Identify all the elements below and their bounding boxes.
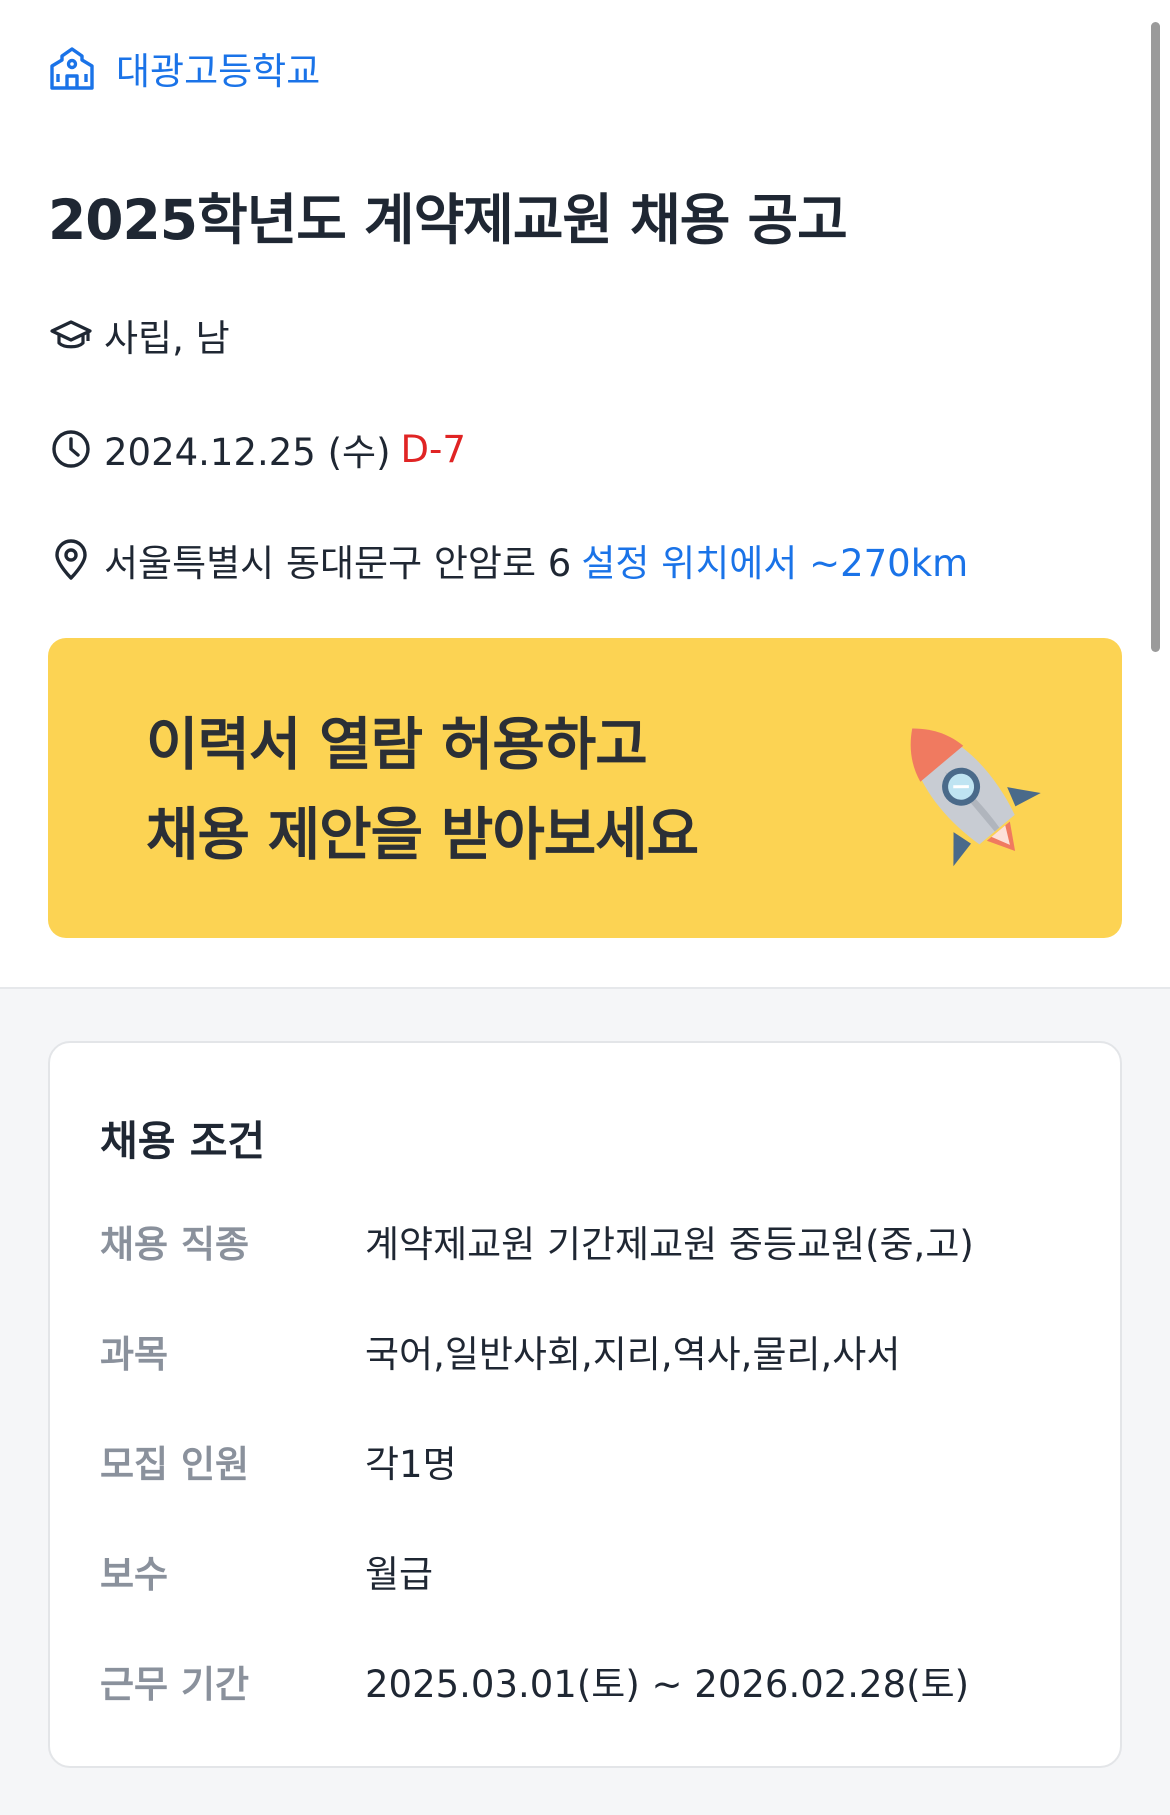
school-building-icon bbox=[50, 47, 94, 90]
deadline-date: 2024.12.25 (수) bbox=[104, 431, 391, 474]
banner-line-1: 이력서 열람 허용하고 bbox=[146, 712, 648, 778]
page-title: 2025학년도 계약제교원 채용 공고 bbox=[48, 188, 848, 252]
conditions-title: 채용 조건 bbox=[100, 1117, 266, 1165]
condition-value: 계약제교원 기간제교원 중등교원(중,고) bbox=[365, 1223, 974, 1266]
conditions-card: 채용 조건 채용 직종 계약제교원 기간제교원 중등교원(중,고) 과목 국어,… bbox=[48, 1041, 1122, 1768]
condition-value: 월급 bbox=[365, 1553, 434, 1596]
dday-badge: D-7 bbox=[400, 427, 466, 471]
condition-label: 모집 인원 bbox=[100, 1443, 250, 1486]
graduation-cap-icon bbox=[50, 320, 92, 349]
banner-text: 이력서 열람 허용하고 채용 제안을 받아보세요 bbox=[146, 700, 699, 880]
deadline-row: 2024.12.25 (수) D-7 bbox=[50, 422, 466, 476]
condition-label: 근무 기간 bbox=[100, 1663, 250, 1706]
posting-header-section: 대광고등학교 2025학년도 계약제교원 채용 공고 사립, 남 2024.12… bbox=[0, 0, 1170, 988]
scrollbar[interactable] bbox=[1151, 22, 1160, 652]
map-pin-icon bbox=[55, 539, 87, 580]
condition-value: 국어,일반사회,지리,역사,물리,사서 bbox=[365, 1333, 901, 1376]
condition-label: 채용 직종 bbox=[100, 1223, 250, 1266]
condition-label: 과목 bbox=[100, 1333, 169, 1376]
school-type-row: 사립, 남 bbox=[50, 308, 230, 362]
condition-label: 보수 bbox=[100, 1553, 169, 1596]
clock-icon bbox=[52, 430, 90, 468]
school-name: 대광고등학교 bbox=[116, 50, 321, 93]
condition-row-period: 근무 기간 2025.03.01(토) ~ 2026.02.28(토) bbox=[100, 1651, 969, 1711]
condition-row-job-type: 채용 직종 계약제교원 기간제교원 중등교원(중,고) bbox=[100, 1211, 974, 1271]
banner-line-2: 채용 제안을 받아보세요 bbox=[146, 802, 699, 868]
condition-row-headcount: 모집 인원 각1명 bbox=[100, 1431, 457, 1491]
resume-open-banner[interactable]: 이력서 열람 허용하고 채용 제안을 받아보세요 bbox=[48, 638, 1122, 938]
address: 서울특별시 동대문구 안암로 6 bbox=[104, 542, 572, 585]
condition-row-salary: 보수 월급 bbox=[100, 1541, 433, 1601]
condition-value: 2025.03.01(토) ~ 2026.02.28(토) bbox=[365, 1663, 970, 1706]
school-name-link[interactable]: 대광고등학교 bbox=[48, 40, 320, 96]
condition-value: 각1명 bbox=[365, 1443, 457, 1486]
location-row: 서울특별시 동대문구 안암로 6 설정 위치에서 ~270km bbox=[50, 533, 968, 587]
condition-row-subject: 과목 국어,일반사회,지리,역사,물리,사서 bbox=[100, 1321, 900, 1381]
distance-link[interactable]: 설정 위치에서 ~270km bbox=[581, 533, 968, 587]
school-type: 사립, 남 bbox=[104, 317, 230, 360]
rocket-icon bbox=[910, 728, 1041, 867]
